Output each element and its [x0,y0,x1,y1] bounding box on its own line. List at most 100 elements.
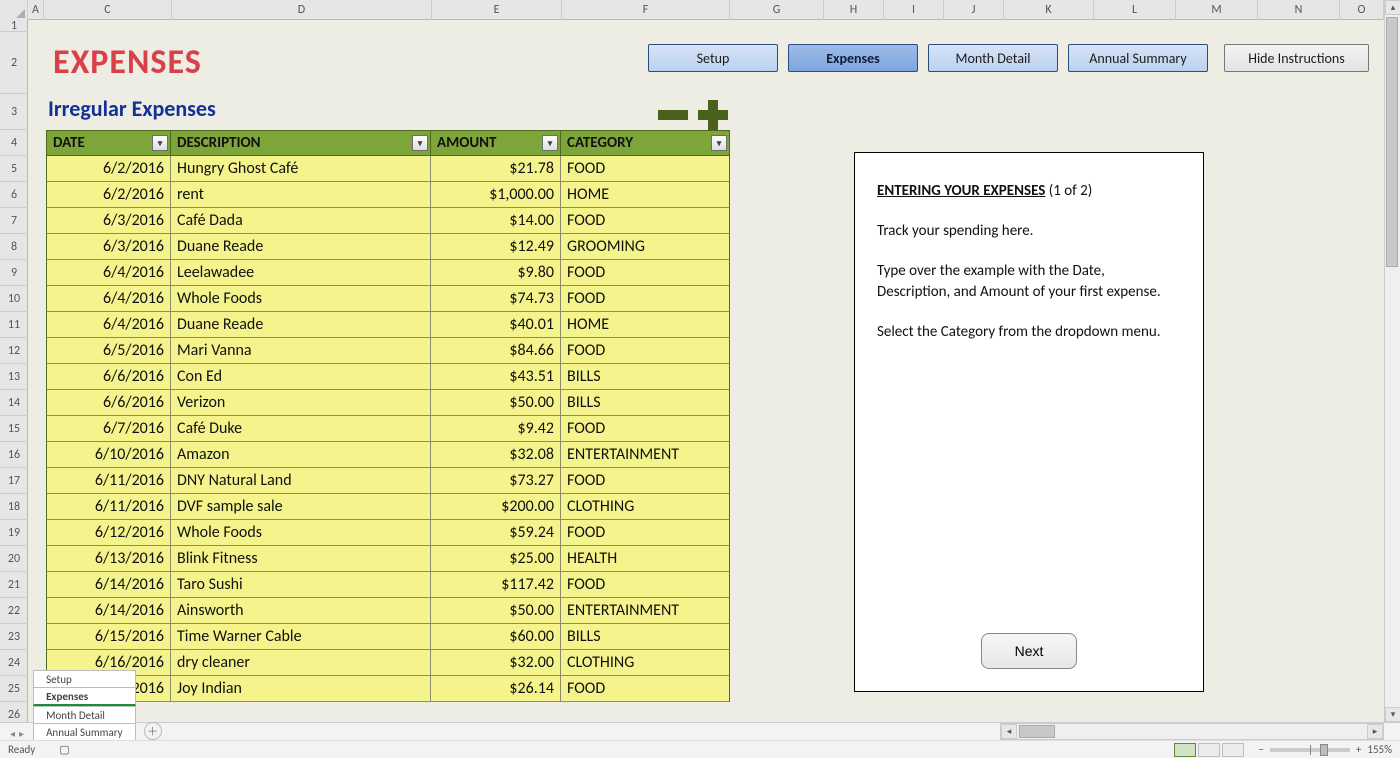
cell-description[interactable]: Joy Indian [171,676,431,701]
cell-description[interactable]: Con Ed [171,364,431,389]
scroll-left-arrow[interactable]: ◂ [1001,724,1017,739]
tab-first-icon[interactable]: ◂ [10,727,15,740]
cell-amount[interactable]: $43.51 [431,364,561,389]
cell-date[interactable]: 6/13/2016 [47,546,171,571]
row-header-6[interactable]: 6 [0,182,28,208]
select-all-corner[interactable] [0,0,28,20]
macro-record-icon[interactable]: ▢ [59,743,69,756]
cell-amount[interactable]: $12.49 [431,234,561,259]
row-header-25[interactable]: 25 [0,676,28,702]
cell-category[interactable]: FOOD [561,572,729,597]
cell-category[interactable]: GROOMING [561,234,729,259]
col-desc-header[interactable]: DESCRIPTION ▾ [171,131,431,155]
cell-amount[interactable]: $26.14 [431,676,561,701]
cell-category[interactable]: FOOD [561,338,729,363]
cell-category[interactable]: HEALTH [561,546,729,571]
table-row[interactable]: 6/13/2016Blink Fitness$25.00HEALTH [46,546,730,572]
table-row[interactable]: 6/16/2016Joy Indian$26.14FOOD [46,676,730,702]
month-detail-button[interactable]: Month Detail [928,44,1058,72]
table-row[interactable]: 6/14/2016Taro Sushi$117.42FOOD [46,572,730,598]
zoom-control[interactable]: − + 155% [1258,743,1392,756]
table-row[interactable]: 6/15/2016Time Warner Cable$60.00BILLS [46,624,730,650]
horizontal-scrollbar[interactable]: ◂ ▸ [1000,723,1384,740]
cell-category[interactable]: ENTERTAINMENT [561,598,729,623]
cell-amount[interactable]: $1,000.00 [431,182,561,207]
cell-amount[interactable]: $9.80 [431,260,561,285]
cell-description[interactable]: Café Duke [171,416,431,441]
col-amount-header[interactable]: AMOUNT ▾ [431,131,561,155]
add-sheet-button[interactable]: ＋ [144,722,162,740]
cell-category[interactable]: FOOD [561,520,729,545]
sheet-tab-setup[interactable]: Setup [33,670,136,687]
cell-description[interactable]: Verizon [171,390,431,415]
col-category-header[interactable]: CATEGORY ▾ [561,131,729,155]
table-row[interactable]: 6/7/2016Café Duke$9.42FOOD [46,416,730,442]
cell-category[interactable]: HOME [561,312,729,337]
col-header-J[interactable]: J [944,0,1004,20]
filter-icon[interactable]: ▾ [152,135,168,151]
row-header-9[interactable]: 9 [0,260,28,286]
row-header-10[interactable]: 10 [0,286,28,312]
cell-description[interactable]: Time Warner Cable [171,624,431,649]
cell-date[interactable]: 6/14/2016 [47,572,171,597]
cell-description[interactable]: Duane Reade [171,234,431,259]
cell-date[interactable]: 6/4/2016 [47,260,171,285]
scroll-down-arrow[interactable]: ▾ [1385,707,1400,722]
sheet-tab-expenses[interactable]: Expenses [33,687,136,706]
cell-date[interactable]: 6/2/2016 [47,182,171,207]
row-header-18[interactable]: 18 [0,494,28,520]
tab-prev-icon[interactable]: ▸ [19,727,24,740]
cell-description[interactable]: Mari Vanna [171,338,431,363]
cell-date[interactable]: 6/14/2016 [47,598,171,623]
table-row[interactable]: 6/11/2016DNY Natural Land$73.27FOOD [46,468,730,494]
table-row[interactable]: 6/3/2016Duane Reade$12.49GROOMING [46,234,730,260]
cell-date[interactable]: 6/6/2016 [47,390,171,415]
cell-date[interactable]: 6/2/2016 [47,156,171,181]
cell-description[interactable]: Café Dada [171,208,431,233]
row-header-21[interactable]: 21 [0,572,28,598]
cell-amount[interactable]: $84.66 [431,338,561,363]
row-header-17[interactable]: 17 [0,468,28,494]
cell-category[interactable]: FOOD [561,468,729,493]
table-row[interactable]: 6/12/2016Whole Foods$59.24FOOD [46,520,730,546]
row-header-7[interactable]: 7 [0,208,28,234]
cell-description[interactable]: Ainsworth [171,598,431,623]
filter-icon[interactable]: ▾ [542,135,558,151]
row-header-4[interactable]: 4 [0,130,28,156]
cell-category[interactable]: HOME [561,182,729,207]
cell-amount[interactable]: $32.00 [431,650,561,675]
row-header-12[interactable]: 12 [0,338,28,364]
vertical-scrollbar[interactable]: ▴ ▾ [1384,0,1400,722]
table-row[interactable]: 6/14/2016Ainsworth$50.00ENTERTAINMENT [46,598,730,624]
table-row[interactable]: 6/6/2016Verizon$50.00BILLS [46,390,730,416]
col-header-L[interactable]: L [1094,0,1176,20]
row-header-1[interactable]: 1 [0,20,28,32]
cell-date[interactable]: 6/4/2016 [47,286,171,311]
cell-description[interactable]: Taro Sushi [171,572,431,597]
cell-description[interactable]: DVF sample sale [171,494,431,519]
cell-amount[interactable]: $21.78 [431,156,561,181]
row-header-13[interactable]: 13 [0,364,28,390]
next-button[interactable]: Next [981,633,1077,669]
filter-icon[interactable]: ▾ [711,135,727,151]
col-header-D[interactable]: D [172,0,432,20]
cell-description[interactable]: Whole Foods [171,520,431,545]
col-header-O[interactable]: O [1340,0,1384,20]
row-header-8[interactable]: 8 [0,234,28,260]
cell-date[interactable]: 6/4/2016 [47,312,171,337]
row-header-20[interactable]: 20 [0,546,28,572]
cell-amount[interactable]: $50.00 [431,598,561,623]
annual-summary-button[interactable]: Annual Summary [1068,44,1208,72]
cell-amount[interactable]: $50.00 [431,390,561,415]
table-row[interactable]: 6/4/2016Duane Reade$40.01HOME [46,312,730,338]
filter-icon[interactable]: ▾ [412,135,428,151]
row-header-22[interactable]: 22 [0,598,28,624]
hide-instructions-button[interactable]: Hide Instructions [1224,44,1369,72]
cell-category[interactable]: CLOTHING [561,494,729,519]
col-header-K[interactable]: K [1004,0,1094,20]
row-header-3[interactable]: 3 [0,94,28,130]
scroll-right-arrow[interactable]: ▸ [1367,724,1383,739]
cell-description[interactable]: Duane Reade [171,312,431,337]
vscroll-thumb[interactable] [1386,17,1398,267]
col-date-header[interactable]: DATE ▾ [47,131,171,155]
